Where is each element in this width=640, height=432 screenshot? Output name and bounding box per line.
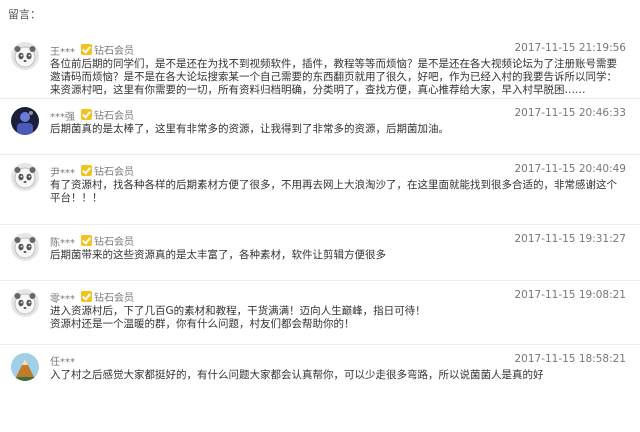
check-badge-icon	[81, 109, 92, 120]
avatar[interactable]	[11, 353, 39, 381]
comment-list: 王*** 钻石会员 2017-11-15 21:19:56 各位前后期的同学们，是不是…	[0, 34, 640, 394]
user-name[interactable]: ***强	[50, 112, 75, 123]
diamond-member-badge: 钻石会员	[81, 233, 134, 248]
badge-label: 钻石会员	[94, 293, 134, 304]
comment-time: 2017-11-15 18:58:21	[514, 353, 626, 365]
comment-item: 尹*** 钻石会员 2017-11-15 20:40:49 有了资源村，找各种各样的后…	[0, 154, 640, 224]
badge-label: 钻石会员	[94, 167, 134, 178]
comment-item: ***强 钻石会员 2017-11-15 20:46:33 后期菌真的是太棒了，这里有…	[0, 98, 640, 154]
comment-item: 任*** 2017-11-15 18:58:21 入了村之后感觉大家都挺好的，有什么…	[0, 344, 640, 394]
comment-item: 零*** 钻石会员 2017-11-15 19:08:21 进入资源村后，下了几百G的…	[0, 280, 640, 344]
user-name[interactable]: 王***	[50, 47, 75, 58]
badge-label: 钻石会员	[94, 46, 134, 57]
comment-time: 2017-11-15 20:46:33	[514, 107, 626, 119]
comment-text: 有了资源村，找各种各样的后期素材方便了很多，不用再去网上大浪淘沙了，在这里面就能…	[50, 179, 617, 204]
comment-time: 2017-11-15 21:19:56	[514, 42, 626, 54]
avatar[interactable]	[11, 42, 39, 70]
check-badge-icon	[81, 165, 92, 176]
comment-time: 2017-11-15 20:40:49	[514, 163, 626, 175]
diamond-member-badge: 钻石会员	[81, 163, 134, 178]
check-badge-icon	[81, 291, 92, 302]
comment-item: 王*** 钻石会员 2017-11-15 21:19:56 各位前后期的同学们，是不是…	[0, 34, 640, 98]
comments-heading: 留言：	[8, 8, 41, 21]
comment-text: 后期菌带来的这些资源真的是太丰富了，各种素材，软件让剪辑方便很多	[50, 249, 386, 261]
comment-meta: 陈*** 钻石会员	[50, 233, 134, 249]
comment-meta: 任***	[50, 353, 81, 368]
comment-item: 陈*** 钻石会员 2017-11-15 19:31:27 后期菌带来的这些资源真的是…	[0, 224, 640, 280]
diamond-member-badge: 钻石会员	[81, 42, 134, 57]
comment-text: 后期菌真的是太棒了，这里有非常多的资源，让我得到了非常多的资源，后期菌加油。	[50, 123, 449, 135]
badge-label: 钻石会员	[94, 237, 134, 248]
user-name[interactable]: 尹***	[50, 168, 75, 179]
comment-meta: 零*** 钻石会员	[50, 289, 134, 305]
comment-text: 入了村之后感觉大家都挺好的，有什么问题大家都会认真帮你，可以少走很多弯路，所以说…	[50, 369, 544, 381]
avatar[interactable]	[11, 233, 39, 261]
comment-meta: 王*** 钻石会员	[50, 42, 134, 58]
check-badge-icon	[81, 44, 92, 55]
comment-meta: ***强 钻石会员	[50, 107, 134, 123]
badge-label: 钻石会员	[94, 111, 134, 122]
user-name[interactable]: 任***	[50, 357, 75, 368]
comment-meta: 尹*** 钻石会员	[50, 163, 134, 179]
check-badge-icon	[81, 235, 92, 246]
user-name[interactable]: 陈***	[50, 238, 75, 249]
comment-time: 2017-11-15 19:31:27	[514, 233, 626, 245]
diamond-member-badge: 钻石会员	[81, 289, 134, 304]
comment-text: 各位前后期的同学们，是不是还在为找不到视频软件，插件，教程等等而烦恼？是不是还在…	[50, 58, 617, 96]
avatar[interactable]	[11, 289, 39, 317]
comment-text: 进入资源村后，下了几百G的素材和教程，干货满满！迈向人生巅峰，指日可待！ 资源村…	[50, 305, 426, 330]
user-name[interactable]: 零***	[50, 294, 75, 305]
diamond-member-badge: 钻石会员	[81, 107, 134, 122]
avatar[interactable]	[11, 107, 39, 135]
comment-time: 2017-11-15 19:08:21	[514, 289, 626, 301]
avatar[interactable]	[11, 163, 39, 191]
